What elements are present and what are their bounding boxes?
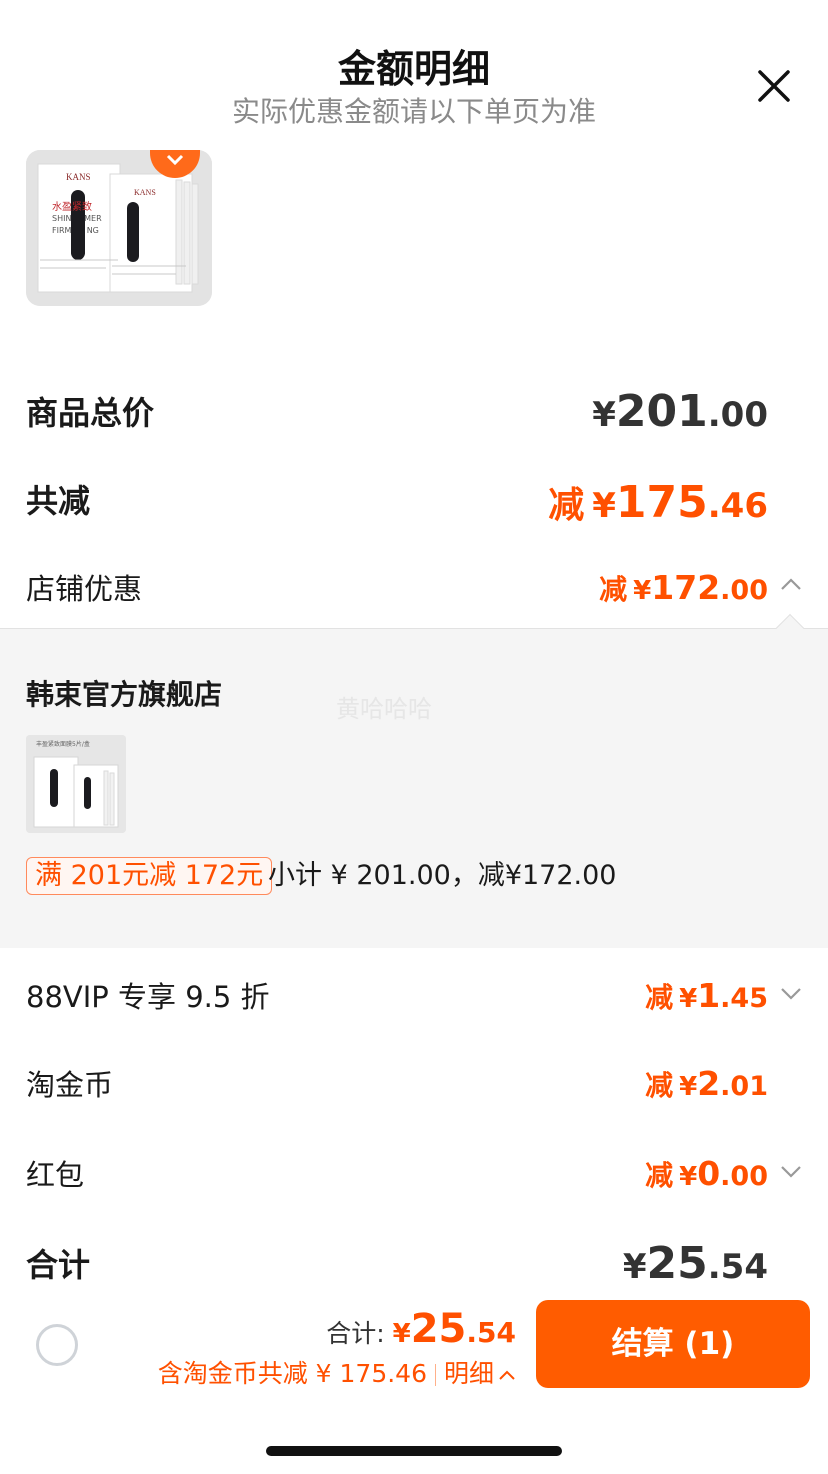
pack-text-1: SHIN MER xyxy=(52,214,102,223)
checkout-bar: 合计: ¥25.54 含淘金币共减 ¥ 175.46 明细 结算 (1) xyxy=(0,1288,828,1408)
bottom-total: 合计: ¥25.54 xyxy=(326,1306,516,1352)
shop-product-thumb: 丰盈紧致面膜5片/盒 xyxy=(26,735,126,833)
select-all-radio-icon[interactable] xyxy=(36,1324,78,1366)
total-discount-label: 共减 xyxy=(26,482,91,520)
discount-label: 红包 xyxy=(26,1158,85,1192)
chevron-up-icon xyxy=(499,1370,515,1380)
brand-text-2: KANS xyxy=(134,188,156,197)
detail-link[interactable]: 明细 xyxy=(444,1359,516,1388)
shop-discount-panel: 韩束官方旗舰店 黄哈哈哈 丰盈紧致面膜5片/盒 满 201元减 172元 小计 … xyxy=(0,613,828,948)
total-discount-row: 共减 减 ¥175.46 xyxy=(26,476,802,528)
heart-badge-icon xyxy=(150,150,200,178)
modal-title: 金额明细 xyxy=(337,47,490,91)
modal-header: 金额明细 实际优惠金额请以下单页为准 xyxy=(0,0,828,140)
discount-row-hongbao[interactable]: 红包 减 ¥0.00 xyxy=(26,1152,802,1196)
discount-value: 减 ¥2.01 xyxy=(645,1064,768,1103)
shop-name: 韩束官方旗舰店 xyxy=(26,678,223,711)
discount-row-88vip[interactable]: 88VIP 专享 9.5 折 减 ¥1.45 xyxy=(26,974,802,1018)
watermark-text: 黄哈哈哈 xyxy=(336,695,432,723)
promo-tag: 满 201元减 172元 xyxy=(26,857,273,895)
discount-summary-text: 含淘金币共减 ¥ 175.46 xyxy=(157,1359,427,1388)
discount-row-taojinbi: 淘金币 减 ¥2.01 xyxy=(26,1062,802,1106)
panel-notch xyxy=(775,613,805,643)
close-icon[interactable] xyxy=(754,66,794,106)
discount-label: 淘金币 xyxy=(26,1068,114,1102)
goods-total-row: 商品总价 ¥201.00 xyxy=(26,386,802,438)
label-text: 水盈紧致 xyxy=(52,202,92,213)
discount-value: 减 ¥0.00 xyxy=(645,1154,768,1193)
grand-total-label: 合计 xyxy=(26,1246,91,1284)
home-indicator xyxy=(266,1446,562,1456)
grand-total-row: 合计 ¥25.54 xyxy=(26,1238,802,1290)
shop-discount-label: 店铺优惠 xyxy=(26,572,143,606)
shop-discount-row[interactable]: 店铺优惠 减 ¥172.00 xyxy=(26,566,802,610)
pack-text-2: FIRM NG xyxy=(52,226,99,235)
checkout-button[interactable]: 结算 (1) xyxy=(536,1300,810,1388)
shop-subtotal: 小计 ¥ 201.00，减¥172.00 xyxy=(268,860,617,891)
grand-total-value: ¥25.54 xyxy=(622,1238,768,1289)
goods-total-value: ¥201.00 xyxy=(592,386,768,437)
discount-label: 88VIP 专享 9.5 折 xyxy=(26,980,270,1014)
chevron-up-icon[interactable] xyxy=(780,574,802,596)
chevron-down-icon[interactable] xyxy=(780,1160,802,1182)
thumb-caption: 丰盈紧致面膜5片/盒 xyxy=(36,741,90,748)
bottom-discount-summary: 含淘金币共减 ¥ 175.46 明细 xyxy=(158,1354,516,1390)
total-discount-value: 减 ¥175.46 xyxy=(548,477,768,528)
shop-discount-value: 减 ¥172.00 xyxy=(599,568,768,607)
discount-value: 减 ¥1.45 xyxy=(645,976,768,1015)
brand-text: KANS xyxy=(66,172,91,182)
chevron-down-icon[interactable] xyxy=(780,982,802,1004)
modal-subtitle: 实际优惠金额请以下单页为准 xyxy=(231,95,596,128)
goods-total-label: 商品总价 xyxy=(26,394,155,432)
